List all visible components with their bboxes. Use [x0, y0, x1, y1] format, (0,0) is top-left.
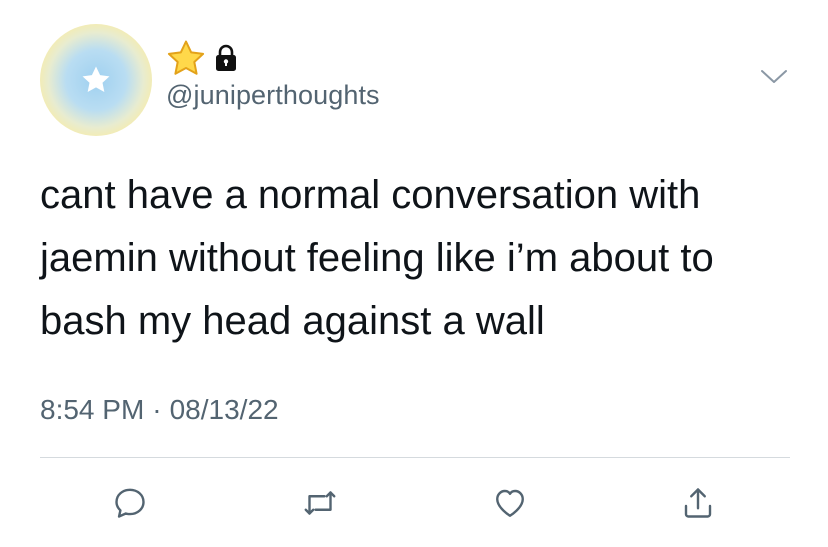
star-icon — [166, 39, 206, 77]
tweet-time: 8:54 PM — [40, 394, 145, 425]
chevron-down-icon[interactable] — [758, 64, 790, 88]
avatar[interactable] — [40, 24, 152, 136]
display-name-row — [166, 40, 238, 76]
tweet-actions — [0, 481, 828, 525]
tweet-timestamp[interactable]: 8:54 PM · 08/13/22 — [40, 394, 279, 426]
lock-icon — [214, 44, 238, 72]
like-icon[interactable] — [488, 481, 532, 525]
user-handle[interactable]: @juniperthoughts — [166, 80, 380, 111]
avatar-star-icon — [82, 66, 110, 93]
share-icon[interactable] — [676, 481, 720, 525]
timestamp-separator: · — [152, 394, 162, 425]
divider — [40, 457, 790, 458]
tweet-date: 08/13/22 — [169, 394, 279, 425]
reply-icon[interactable] — [108, 481, 152, 525]
retweet-icon[interactable] — [298, 481, 342, 525]
tweet-text: cant have a normal conversation with jae… — [40, 173, 714, 343]
